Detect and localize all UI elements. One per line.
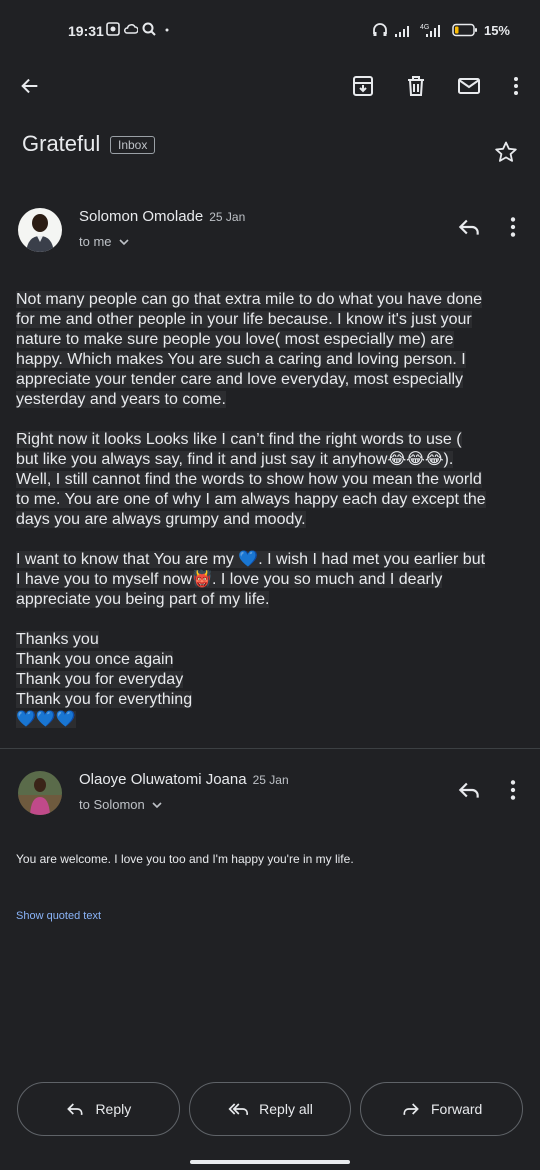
paragraph-3: I want to know that You are my 💙. I wish… bbox=[16, 551, 486, 608]
chevron-down-icon bbox=[118, 238, 129, 245]
star-icon bbox=[495, 141, 517, 162]
battery-percent: 15% bbox=[483, 22, 510, 38]
signal-icon bbox=[394, 26, 409, 37]
inbox-label-chip[interactable]: Inbox bbox=[110, 136, 156, 154]
more-vert-icon bbox=[514, 77, 518, 95]
reply-icon-button[interactable] bbox=[456, 777, 484, 805]
message-divider bbox=[0, 748, 540, 749]
home-indicator[interactable] bbox=[190, 1160, 350, 1164]
back-arrow-icon bbox=[21, 78, 38, 94]
cloud-icon bbox=[124, 24, 138, 34]
chevron-down-icon bbox=[152, 801, 162, 808]
mark-unread-button[interactable] bbox=[455, 72, 483, 100]
recipient-label: to me bbox=[79, 234, 112, 249]
message-more-button[interactable] bbox=[500, 777, 528, 805]
reply-all-icon bbox=[228, 1103, 249, 1115]
subject-row: Grateful Inbox bbox=[22, 128, 520, 164]
avatar-photo-icon bbox=[18, 208, 62, 252]
signal-4g-icon: 4G bbox=[420, 24, 440, 37]
action-bar: Reply Reply all Forward bbox=[17, 1082, 524, 1136]
archive-button[interactable] bbox=[349, 72, 377, 100]
paragraph-4: Thanks you Thank you once again Thank yo… bbox=[16, 631, 193, 728]
avatar-photo-icon bbox=[18, 771, 62, 815]
message-date: 25 Jan bbox=[252, 773, 289, 787]
reply-label: Reply bbox=[95, 1101, 132, 1117]
sender-name: Olaoye Oluwatomi Joana 25 Jan bbox=[79, 771, 289, 788]
sender-name: Solomon Omolade 25 Jan bbox=[79, 208, 246, 225]
delete-button[interactable] bbox=[402, 72, 430, 100]
reply-icon-button[interactable] bbox=[456, 214, 484, 242]
message-date: 25 Jan bbox=[209, 210, 246, 224]
reply-all-label: Reply all bbox=[259, 1101, 313, 1117]
battery-icon bbox=[452, 23, 477, 37]
toolbar bbox=[0, 62, 540, 110]
mark-unread-icon bbox=[458, 78, 480, 94]
back-button[interactable] bbox=[16, 72, 44, 100]
reply-all-button[interactable]: Reply all bbox=[188, 1082, 352, 1136]
reply-button[interactable]: Reply bbox=[17, 1082, 180, 1136]
reply-icon bbox=[67, 1103, 83, 1115]
email-subject: Grateful bbox=[22, 131, 101, 156]
forward-button[interactable]: Forward bbox=[360, 1082, 524, 1136]
more-vert-icon bbox=[510, 780, 516, 800]
avatar[interactable] bbox=[18, 771, 62, 815]
show-quoted-text-link[interactable]: Show quoted text bbox=[16, 910, 101, 922]
recipient-label: to Solomon bbox=[79, 797, 145, 812]
reply-icon bbox=[458, 782, 479, 798]
recipient-toggle[interactable]: to Solomon bbox=[79, 797, 163, 812]
message-header-2[interactable]: Olaoye Oluwatomi Joana 25 Jan to Solomon bbox=[0, 771, 540, 831]
more-vert-icon bbox=[510, 217, 516, 237]
delete-icon bbox=[408, 76, 424, 96]
status-notification-icons bbox=[106, 22, 174, 36]
star-button[interactable] bbox=[494, 140, 520, 166]
reply-icon bbox=[458, 219, 479, 235]
archive-icon bbox=[353, 76, 373, 96]
message-body-1: Not many people can go that extra mile t… bbox=[16, 290, 528, 750]
avatar[interactable] bbox=[18, 208, 62, 252]
recipient-toggle[interactable]: to me bbox=[79, 234, 130, 249]
photo-notification-icon bbox=[106, 22, 120, 36]
dot-icon bbox=[165, 28, 169, 32]
paragraph-1: Not many people can go that extra mile t… bbox=[16, 291, 483, 408]
message-body-2: You are welcome. I love you too and I'm … bbox=[16, 852, 354, 866]
status-bar: 19:31 4G 15% bbox=[0, 0, 540, 62]
message-more-button[interactable] bbox=[500, 214, 528, 242]
more-options-button[interactable] bbox=[502, 72, 530, 100]
svg-text:4G: 4G bbox=[420, 24, 429, 31]
forward-label: Forward bbox=[431, 1101, 483, 1117]
status-time: 19:31 bbox=[68, 23, 104, 39]
paragraph-2: Right now it looks Looks like I can’t fi… bbox=[16, 431, 486, 528]
forward-icon bbox=[403, 1103, 419, 1115]
search-notification-icon bbox=[142, 22, 156, 36]
message-header-1[interactable]: Solomon Omolade 25 Jan to me bbox=[0, 208, 540, 268]
status-right-icons: 4G 15% bbox=[372, 22, 510, 38]
headphones-icon bbox=[373, 23, 387, 36]
